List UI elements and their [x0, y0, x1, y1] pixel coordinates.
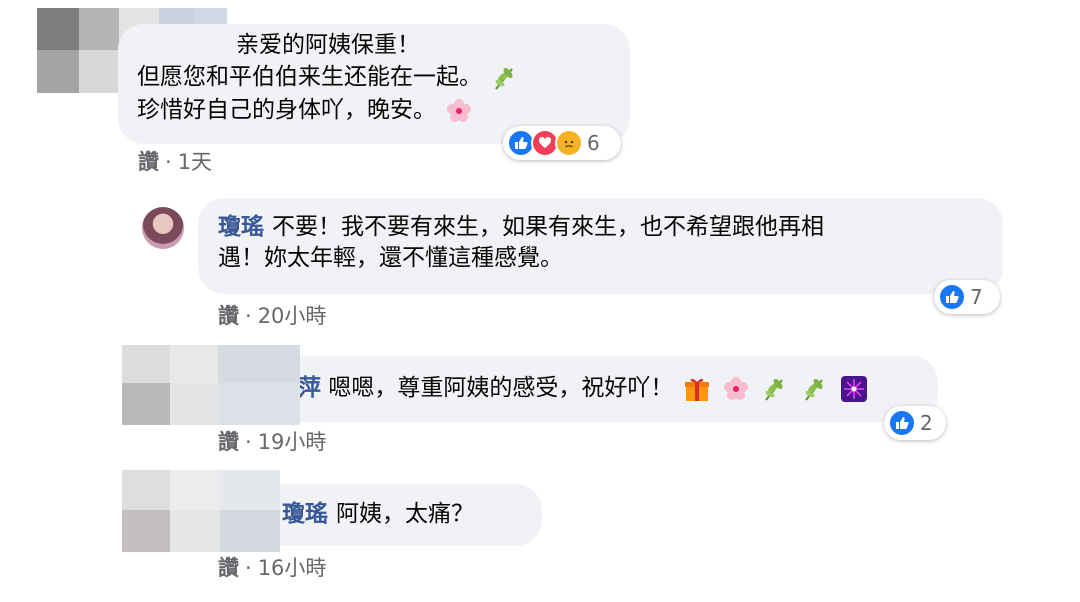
herb-emoji-icon	[804, 378, 823, 401]
comment-text-block: 但愿您和平伯伯来生还能在一起。 珍惜好自己的身体吖，晚安。	[137, 61, 521, 127]
comment-author[interactable]: 瓊瑤	[218, 214, 264, 240]
like-reaction-icon	[888, 409, 916, 437]
like-button[interactable]: 讚	[218, 556, 239, 580]
comment-text-line: 珍惜好自己的身体吖，晚安。	[137, 97, 436, 123]
timestamp[interactable]: 19小時	[258, 430, 327, 454]
sad-reaction-icon	[555, 129, 583, 157]
timestamp[interactable]: 16小時	[258, 556, 327, 580]
like-reaction-icon	[938, 283, 966, 311]
comment-author-partial[interactable]: 萍	[298, 375, 321, 401]
comment-text: 阿姨，太痛？	[336, 501, 474, 527]
comment-bubble: 萍 嗯嗯，尊重阿姨的感受，祝好吖！	[198, 356, 938, 422]
gift-emoji-icon	[684, 378, 709, 401]
avatar[interactable]	[142, 207, 184, 249]
reaction-summary[interactable]: 7	[934, 280, 1000, 314]
comment-author[interactable]: 瓊瑤	[282, 501, 328, 527]
comment-meta: 讚 · 19小時	[218, 430, 327, 454]
timestamp[interactable]: 1天	[178, 150, 212, 174]
blurred-avatar	[122, 470, 280, 552]
comment-text: 嗯嗯，尊重阿姨的感受，祝好吖！	[328, 375, 674, 401]
reaction-count: 6	[587, 131, 600, 155]
reaction-summary[interactable]: 2	[884, 406, 946, 440]
cherry-blossom-emoji-icon	[723, 376, 748, 400]
comment-meta: 讚 · 1天	[138, 150, 213, 174]
herb-emoji-icon	[765, 378, 784, 401]
fireworks-emoji-icon	[840, 375, 867, 402]
cherry-blossom-emoji-icon	[447, 98, 472, 122]
herb-emoji-icon	[495, 67, 514, 90]
comment-bubble: 瓊瑤 不要！我不要有來生，如果有來生，也不希望跟他再相 遇！妳太年輕，還不懂這種感…	[198, 198, 1003, 294]
timestamp[interactable]: 20小時	[258, 304, 327, 328]
like-button[interactable]: 讚	[138, 150, 159, 174]
reaction-summary[interactable]: 6	[503, 126, 621, 160]
comment-text-line: 但愿您和平伯伯来生还能在一起。	[137, 64, 482, 90]
reaction-count: 2	[920, 411, 933, 435]
reaction-count: 7	[970, 285, 983, 309]
like-button[interactable]: 讚	[218, 430, 239, 454]
comment-text-line: 不要！我不要有來生，如果有來生，也不希望跟他再相	[272, 214, 824, 240]
comment-text-line: 遇！妳太年輕，還不懂這種感覺。	[218, 245, 563, 271]
comment-text-line: 亲爱的阿姨保重！	[236, 32, 420, 58]
comment-meta: 讚 · 16小時	[218, 556, 327, 580]
like-button[interactable]: 讚	[218, 304, 239, 328]
comment-meta: 讚 · 20小時	[218, 304, 327, 328]
blurred-avatar	[122, 345, 300, 425]
